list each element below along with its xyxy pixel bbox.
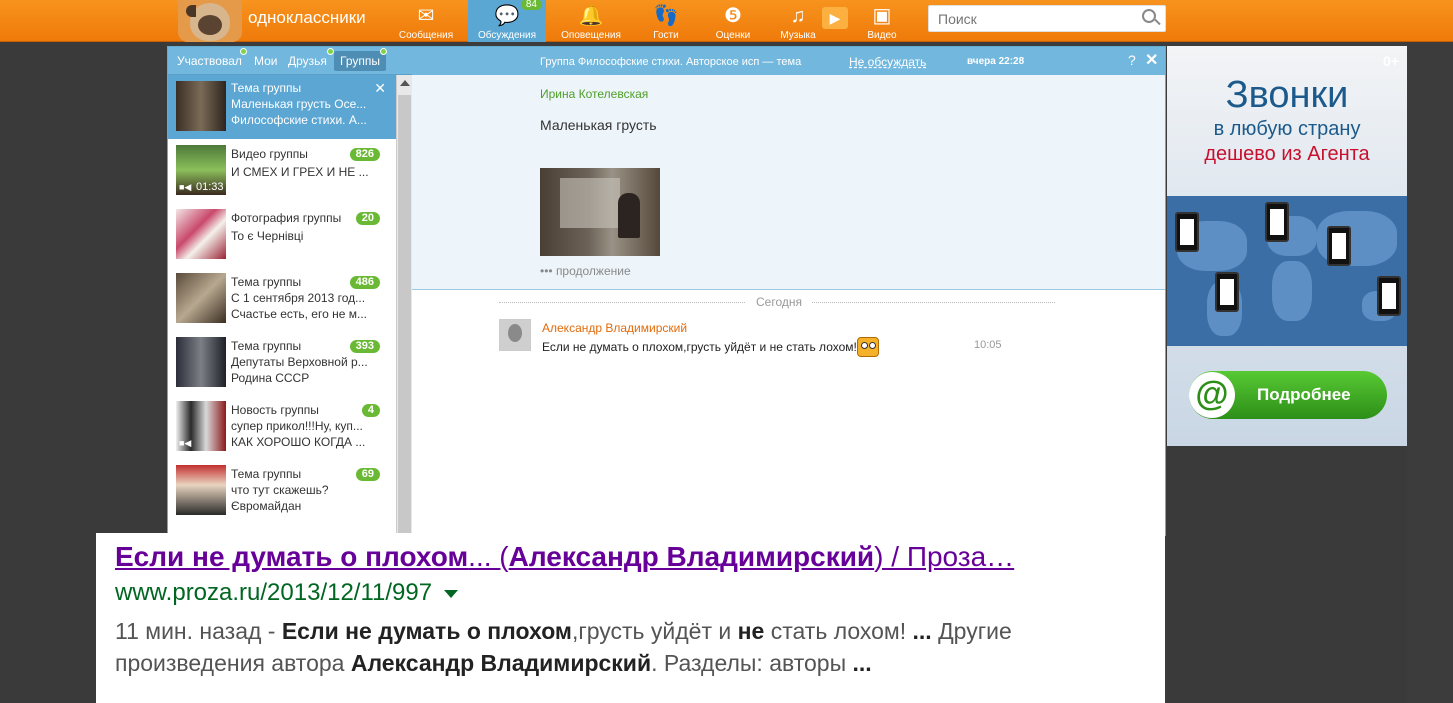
tab-participated[interactable]: Участвовал	[177, 54, 242, 68]
phone-icon	[1215, 272, 1239, 312]
read-more-link[interactable]: ••• продолжение	[540, 264, 631, 278]
close-icon[interactable]: ✕	[374, 80, 386, 97]
video-icon: ▣	[872, 5, 892, 27]
ad-subline: в любую страну	[1213, 118, 1361, 140]
chat-header: Группа Философские стихи. Авторское исп …	[412, 47, 1165, 75]
search-input[interactable]	[928, 5, 1166, 32]
message-author[interactable]: Александр Владимирский	[542, 321, 687, 335]
count-badge: 69	[355, 468, 380, 481]
tab-new-dot	[240, 48, 247, 55]
discussion-tabs: Участвовал Мои Друзья Группы	[168, 47, 412, 75]
discussion-list: Тема группы Маленькая грусть Осе... Фило…	[168, 75, 396, 537]
nav-messages[interactable]: ✉ Сообщения	[396, 0, 456, 42]
list-item[interactable]: ■◀ Новость группы супер прикол!!!Ну, куп…	[168, 395, 396, 459]
music-note-icon: ♫	[790, 5, 806, 27]
list-item[interactable]: ■◀ 01:33 Видео группы И СМЕХ И ГРЕХ И НЕ…	[168, 139, 396, 203]
ad-headline: Звонки	[1225, 74, 1349, 116]
nav-music[interactable]: ♫ Музыка	[778, 0, 818, 42]
count-badge: 486	[349, 276, 380, 289]
count-badge: 4	[361, 404, 380, 417]
tab-mine[interactable]: Мои	[254, 54, 278, 68]
post-text: Маленькая грусть	[540, 117, 657, 133]
tab-new-dot	[380, 48, 387, 55]
result-title-link[interactable]: Если не думать о плохом... (Александр Вл…	[115, 541, 1145, 573]
post-image[interactable]	[540, 168, 660, 256]
search-icon[interactable]	[1142, 9, 1156, 23]
nav-discussions[interactable]: 💬 Обсуждения 84	[468, 0, 546, 42]
discussions-panel: Участвовал Мои Друзья Группы Тема группы…	[167, 46, 1166, 537]
right-background	[1167, 446, 1407, 703]
list-item[interactable]: Фотография группы То є Чернівці 20	[168, 203, 396, 267]
rating-five-icon: ❺	[724, 5, 742, 27]
logo-icon[interactable]	[178, 0, 242, 42]
music-play-button[interactable]: ▶	[822, 7, 848, 29]
post-author[interactable]: Ирина Котелевская	[540, 87, 648, 101]
result-url[interactable]: www.proza.ru/2013/12/11/997	[115, 579, 1165, 607]
top-bar: одноклассники ✉ Сообщения 💬 Обсуждения 8…	[0, 0, 1453, 42]
list-item[interactable]: Тема группы С 1 сентября 2013 год... Сча…	[168, 267, 396, 331]
chat-time: вчера 22:28	[967, 56, 1025, 67]
phone-icon	[1175, 212, 1199, 252]
photo-thumbnail	[176, 209, 226, 259]
mail-agent-at-icon: @	[1189, 372, 1235, 418]
message-time: 10:05	[974, 339, 1002, 351]
video-camera-icon: ■◀	[179, 438, 192, 448]
item-thumbnail	[176, 465, 226, 515]
age-rating: 0+	[1383, 53, 1399, 69]
list-scrollbar[interactable]	[396, 75, 412, 537]
nav-guests[interactable]: 👣 Гости	[642, 0, 690, 42]
video-thumbnail: ■◀ 01:33	[176, 145, 226, 195]
list-item[interactable]: Тема группы Депутаты Верховной р... Роди…	[168, 331, 396, 395]
tab-groups[interactable]: Группы	[334, 51, 386, 71]
unfollow-link[interactable]: Не обсуждать	[849, 55, 926, 69]
help-icon[interactable]: ?	[1128, 52, 1136, 68]
close-icon[interactable]: ✕	[1145, 50, 1158, 70]
tab-new-dot	[327, 48, 334, 55]
count-badge: 393	[349, 340, 380, 353]
date-separator-label: Сегодня	[746, 295, 812, 309]
message-text: Если не думать о плохом,грусть уйдёт и н…	[542, 340, 857, 354]
phone-icon	[1327, 226, 1351, 266]
advertisement-banner[interactable]: 0+ Звонки в любую страну дешево из Агент…	[1167, 46, 1407, 446]
count-badge: 20	[355, 212, 380, 225]
scrollbar-thumb[interactable]	[398, 95, 411, 535]
avatar[interactable]	[499, 319, 531, 351]
item-thumbnail	[176, 337, 226, 387]
bell-icon: 🔔	[578, 5, 604, 27]
scroll-up-arrow-icon[interactable]	[400, 80, 410, 86]
count-badge: 826	[349, 148, 380, 161]
list-item[interactable]: Тема группы Маленькая грусть Осе... Фило…	[168, 75, 396, 139]
discussions-badge: 84	[520, 0, 542, 10]
search-result-overlay: Если не думать о плохом... (Александр Вл…	[96, 533, 1165, 703]
url-dropdown-arrow-icon[interactable]	[444, 589, 459, 598]
right-edge-background	[1407, 42, 1453, 703]
nav-video[interactable]: ▣ Видео	[862, 0, 902, 42]
list-item[interactable]: Тема группы что тут скажешь? Євромайдан …	[168, 459, 396, 523]
footprints-icon: 👣	[653, 5, 679, 27]
nav-ratings[interactable]: ❺ Оценки	[710, 0, 756, 42]
video-thumbnail: ■◀	[176, 401, 226, 451]
phone-icon	[1265, 202, 1289, 242]
logo-text[interactable]: одноклассники	[248, 8, 366, 28]
item-thumbnail	[176, 273, 226, 323]
result-snippet: 11 мин. назад - Если не думать о плохом,…	[115, 618, 1012, 676]
envelope-icon: ✉	[417, 5, 435, 27]
play-icon: ▶	[829, 10, 841, 26]
smiley-icon	[857, 337, 879, 357]
ad-offer: дешево из Агента	[1204, 143, 1370, 165]
nav-notifications[interactable]: 🔔 Оповещения	[558, 0, 624, 42]
tab-friends[interactable]: Друзья	[288, 54, 327, 68]
world-map-illustration	[1167, 196, 1407, 346]
video-camera-icon: ■◀	[179, 182, 192, 192]
chat-title[interactable]: Группа Философские стихи. Авторское исп …	[540, 56, 830, 68]
phone-icon	[1377, 276, 1401, 316]
topic-post: Ирина Котелевская Маленькая грусть ••• п…	[412, 75, 1165, 290]
item-thumbnail	[176, 81, 226, 131]
